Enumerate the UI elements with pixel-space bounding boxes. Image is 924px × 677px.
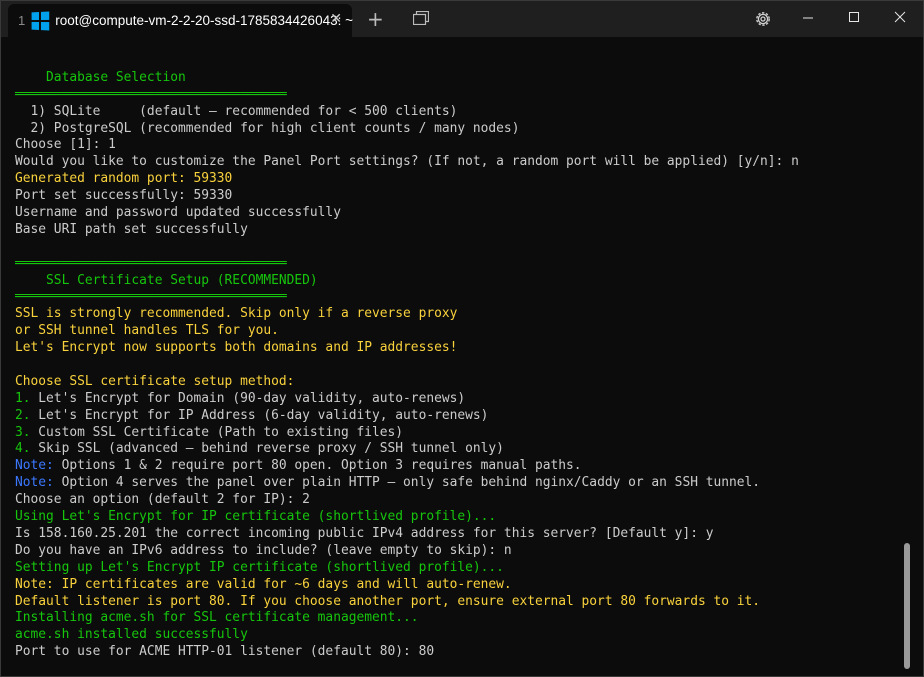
terminal-line: ═══════════════════════════════════ (15, 256, 895, 273)
terminal-text: Port set successfully: 59330 (15, 188, 233, 204)
close-window-button[interactable] (877, 1, 923, 37)
terminal-text: Installing acme.sh for SSL certificate m… (15, 610, 419, 626)
terminal-window: 1 root@compute-vm-2-2-20-ssd-17858344260… (0, 0, 924, 677)
terminal-line: Username and password updated successful… (15, 205, 895, 222)
terminal-line: 3. Custom SSL Certificate (Path to exist… (15, 425, 895, 442)
terminal-text: Setting up Let's Encrypt IP certificate … (15, 559, 504, 575)
terminal-line: Base URI path set successfully (15, 222, 895, 239)
scrollbar-thumb[interactable] (904, 543, 910, 669)
new-tab-button[interactable]: + (367, 7, 384, 31)
terminal-text: 2) PostgreSQL (recommended for high clie… (15, 120, 520, 136)
terminal-text: Note: (15, 475, 54, 491)
terminal-line: 4. Skip SSL (advanced — behind reverse p… (15, 441, 895, 458)
terminal-text: Default listener is port 80. If you choo… (15, 593, 761, 609)
terminal-text: or SSH tunnel handles TLS for you. (15, 323, 279, 339)
terminal-text: Choose an option (default 2 for IP): 2 (15, 492, 310, 508)
terminal-text: Username and password updated successful… (15, 205, 341, 221)
terminal-text: Port to use for ACME HTTP-01 listener (d… (15, 644, 435, 660)
terminal-line: Choose an option (default 2 for IP): 2 (15, 492, 895, 509)
terminal-text: 2. (15, 407, 31, 423)
terminal-text: Options 1 & 2 require port 80 open. Opti… (53, 458, 582, 474)
title-bar: 1 root@compute-vm-2-2-20-ssd-17858344260… (1, 1, 923, 37)
terminal-text: 4. (15, 441, 31, 457)
terminal-text: ═══════════════════════════════════ (15, 255, 287, 271)
terminal-text: Let's Encrypt now supports both domains … (15, 340, 458, 356)
terminal-line: Is 158.160.25.201 the correct incoming p… (15, 526, 895, 543)
tab-index: 1 (18, 13, 26, 28)
terminal-line: Would you like to customize the Panel Po… (15, 154, 895, 171)
terminal-text: Option 4 serves the panel over plain HTT… (53, 475, 761, 491)
maximize-button[interactable] (831, 1, 877, 37)
terminal-text: 1) SQLite (default — recommended for < 5… (15, 103, 458, 119)
terminal-text: Custom SSL Certificate (Path to existing… (30, 424, 404, 440)
terminal-text: SSL is strongly recommended. Skip only i… (15, 306, 458, 322)
terminal-text: 1. (15, 390, 31, 406)
terminal-line: SSL Certificate Setup (RECOMMENDED) (15, 273, 895, 290)
terminal-text: Let's Encrypt for Domain (90-day validit… (30, 390, 466, 406)
terminal-line: Choose SSL certificate setup method: (15, 374, 895, 391)
terminal-line: Port to use for ACME HTTP-01 listener (d… (15, 644, 895, 661)
terminal-line: Using Let's Encrypt for IP certificate (… (15, 509, 895, 526)
terminal-output[interactable]: Database Selection ══════════════════════… (15, 53, 895, 673)
terminal-line: Note: Option 4 serves the panel over pla… (15, 475, 895, 492)
minimize-button[interactable] (785, 1, 831, 37)
terminal-line: ═══════════════════════════════════ (15, 289, 895, 306)
terminal-text: Database Selection (15, 69, 186, 85)
terminal-line: acme.sh installed successfully (15, 627, 895, 644)
terminal-line: Database Selection (15, 70, 895, 87)
terminal-line: Choose [1]: 1 (15, 137, 895, 154)
terminal-line: 2) PostgreSQL (recommended for high clie… (15, 121, 895, 138)
terminal-text: Note: (15, 458, 54, 474)
terminal-text: ═══════════════════════════════════ (15, 289, 287, 305)
terminal-line: SSL is strongly recommended. Skip only i… (15, 306, 895, 323)
terminal-text: Do you have an IPv6 address to include? … (15, 542, 512, 558)
terminal-text: Base URI path set successfully (15, 221, 248, 237)
terminal-text: acme.sh installed successfully (15, 627, 248, 643)
terminal-text: Note: IP certificates are valid for ~6 d… (15, 576, 512, 592)
terminal-line: Port set successfully: 59330 (15, 188, 895, 205)
terminal-line: Default listener is port 80. If you choo… (15, 594, 895, 611)
terminal-text: Is 158.160.25.201 the correct incoming p… (15, 525, 714, 541)
terminal-text: Let's Encrypt for IP Address (6-day vali… (30, 407, 489, 423)
terminal-line: or SSH tunnel handles TLS for you. (15, 323, 895, 340)
terminal-text: Choose SSL certificate setup method: (15, 373, 295, 389)
terminal-text: Would you like to customize the Panel Po… (15, 154, 799, 170)
terminal-text: Generated random port: 59330 (15, 171, 233, 187)
terminal-text: Skip SSL (advanced — behind reverse prox… (30, 441, 504, 457)
tab-title: root@compute-vm-2-2-20-ssd-1785834426043… (55, 13, 353, 28)
terminal-text: SSL Certificate Setup (RECOMMENDED) (15, 272, 318, 288)
terminal-text: ═══════════════════════════════════ (15, 86, 287, 102)
terminal-line: ═══════════════════════════════════ (15, 87, 895, 104)
terminal-line: Installing acme.sh for SSL certificate m… (15, 610, 895, 627)
terminal-text: Using Let's Encrypt for IP certificate (… (15, 509, 497, 525)
terminal-line: Note: IP certificates are valid for ~6 d… (15, 577, 895, 594)
terminal-text: 3. (15, 424, 31, 440)
terminal-line: Generated random port: 59330 (15, 171, 895, 188)
close-icon[interactable]: ✕ (330, 11, 342, 27)
duplicate-tab-icon[interactable] (413, 11, 429, 25)
windows-logo-icon (31, 11, 50, 30)
terminal-line: 2. Let's Encrypt for IP Address (6-day v… (15, 408, 895, 425)
terminal-line: Let's Encrypt now supports both domains … (15, 340, 895, 357)
gear-icon[interactable] (753, 9, 773, 29)
terminal-line: Do you have an IPv6 address to include? … (15, 543, 895, 560)
terminal-text: Choose [1]: 1 (15, 137, 116, 153)
tab-active[interactable]: 1 root@compute-vm-2-2-20-ssd-17858344260… (8, 4, 353, 37)
terminal-line: 1. Let's Encrypt for Domain (90-day vali… (15, 391, 895, 408)
terminal-line: Setting up Let's Encrypt IP certificate … (15, 560, 895, 577)
terminal-line: 1) SQLite (default — recommended for < 5… (15, 104, 895, 121)
terminal-line: Note: Options 1 & 2 require port 80 open… (15, 458, 895, 475)
